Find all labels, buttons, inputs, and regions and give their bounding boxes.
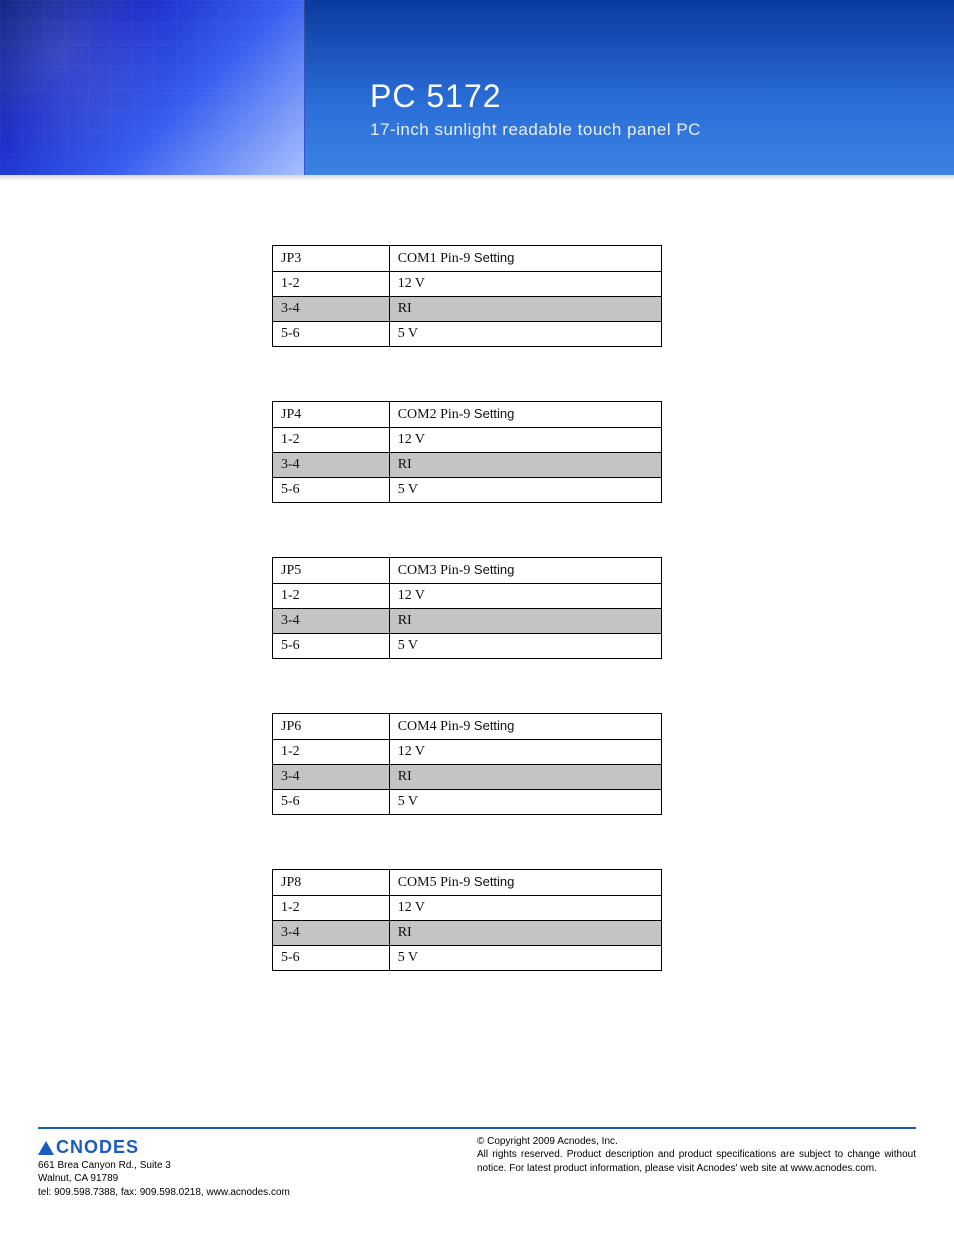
table-row: 5-65 V <box>273 478 662 503</box>
pins-cell: 5-6 <box>273 478 390 503</box>
value-cell: 5 V <box>389 478 661 503</box>
table-row: 1-212 V <box>273 272 662 297</box>
pins-cell: 1-2 <box>273 584 390 609</box>
pins-cell: 1-2 <box>273 428 390 453</box>
table-row: 1-212 V <box>273 740 662 765</box>
pins-cell: 5-6 <box>273 790 390 815</box>
table-row: 5-65 V <box>273 322 662 347</box>
pins-cell: 3-4 <box>273 609 390 634</box>
setting-suffix: Setting <box>474 718 514 733</box>
table-row: 1-212 V <box>273 428 662 453</box>
value-cell: RI <box>389 765 661 790</box>
value-cell: 5 V <box>389 322 661 347</box>
pins-cell: 5-6 <box>273 946 390 971</box>
setting-prefix: COM3 Pin-9 <box>398 563 471 578</box>
setting-suffix: Setting <box>474 250 514 265</box>
table-row: 1-212 V <box>273 896 662 921</box>
logo-triangle-icon <box>38 1141 54 1155</box>
value-cell: RI <box>389 609 661 634</box>
table-header-row: JP4COM2 Pin-9 Setting <box>273 402 662 428</box>
table-row: 3-4RI <box>273 921 662 946</box>
value-cell: 12 V <box>389 740 661 765</box>
setting-header: COM2 Pin-9 Setting <box>389 402 661 428</box>
setting-header: COM3 Pin-9 Setting <box>389 558 661 584</box>
value-cell: 12 V <box>389 584 661 609</box>
setting-prefix: COM1 Pin-9 <box>398 251 471 266</box>
table-row: 3-4RI <box>273 453 662 478</box>
jumper-id-header: JP4 <box>273 402 390 428</box>
jumper-table: JP6COM4 Pin-9 Setting1-212 V3-4RI5-65 V <box>272 713 662 815</box>
footer-right: © Copyright 2009 Acnodes, Inc. All right… <box>477 1135 916 1176</box>
table-row: 3-4RI <box>273 297 662 322</box>
pins-cell: 1-2 <box>273 896 390 921</box>
jumper-table: JP4COM2 Pin-9 Setting1-212 V3-4RI5-65 V <box>272 401 662 503</box>
jumper-id-header: JP3 <box>273 246 390 272</box>
setting-header: COM1 Pin-9 Setting <box>389 246 661 272</box>
footer-rights: All rights reserved. Product description… <box>477 1149 916 1174</box>
setting-header: COM5 Pin-9 Setting <box>389 870 661 896</box>
page-footer: CNODES 661 Brea Canyon Rd., Suite 3 Waln… <box>38 1127 916 1199</box>
pins-cell: 5-6 <box>273 634 390 659</box>
page-subtitle: 17-inch sunlight readable touch panel PC <box>370 120 701 140</box>
pins-cell: 1-2 <box>273 272 390 297</box>
value-cell: RI <box>389 297 661 322</box>
pins-cell: 1-2 <box>273 740 390 765</box>
content-area: JP3COM1 Pin-9 Setting1-212 V3-4RI5-65 VJ… <box>0 175 954 971</box>
table-header-row: JP8COM5 Pin-9 Setting <box>273 870 662 896</box>
table-header-row: JP3COM1 Pin-9 Setting <box>273 246 662 272</box>
value-cell: 12 V <box>389 428 661 453</box>
setting-suffix: Setting <box>474 874 514 889</box>
jumper-table: JP3COM1 Pin-9 Setting1-212 V3-4RI5-65 V <box>272 245 662 347</box>
table-row: 1-212 V <box>273 584 662 609</box>
pins-cell: 3-4 <box>273 453 390 478</box>
footer-copyright: © Copyright 2009 Acnodes, Inc. <box>477 1136 618 1147</box>
table-header-row: JP5COM3 Pin-9 Setting <box>273 558 662 584</box>
footer-address-1: 661 Brea Canyon Rd., Suite 3 <box>38 1160 171 1171</box>
setting-suffix: Setting <box>474 562 514 577</box>
jumper-id-header: JP8 <box>273 870 390 896</box>
setting-suffix: Setting <box>474 406 514 421</box>
jumper-id-header: JP6 <box>273 714 390 740</box>
header-chip-image <box>0 0 305 175</box>
header-shadow <box>0 175 954 181</box>
table-row: 3-4RI <box>273 609 662 634</box>
table-row: 5-65 V <box>273 790 662 815</box>
pins-cell: 3-4 <box>273 921 390 946</box>
value-cell: 5 V <box>389 790 661 815</box>
value-cell: 5 V <box>389 634 661 659</box>
page-title: PC 5172 <box>370 78 502 115</box>
table-header-row: JP6COM4 Pin-9 Setting <box>273 714 662 740</box>
jumper-table: JP5COM3 Pin-9 Setting1-212 V3-4RI5-65 V <box>272 557 662 659</box>
value-cell: RI <box>389 921 661 946</box>
setting-prefix: COM4 Pin-9 <box>398 719 471 734</box>
value-cell: 12 V <box>389 896 661 921</box>
setting-prefix: COM5 Pin-9 <box>398 875 471 890</box>
acnodes-logo: CNODES <box>38 1135 139 1159</box>
footer-left: CNODES 661 Brea Canyon Rd., Suite 3 Waln… <box>38 1135 290 1199</box>
pins-cell: 5-6 <box>273 322 390 347</box>
logo-text: CNODES <box>56 1135 139 1159</box>
setting-header: COM4 Pin-9 Setting <box>389 714 661 740</box>
pins-cell: 3-4 <box>273 297 390 322</box>
setting-prefix: COM2 Pin-9 <box>398 407 471 422</box>
footer-address-2: Walnut, CA 91789 <box>38 1173 118 1184</box>
table-row: 5-65 V <box>273 634 662 659</box>
table-row: 5-65 V <box>273 946 662 971</box>
value-cell: 12 V <box>389 272 661 297</box>
value-cell: RI <box>389 453 661 478</box>
footer-contact: tel: 909.598.7388, fax: 909.598.0218, ww… <box>38 1187 290 1198</box>
pins-cell: 3-4 <box>273 765 390 790</box>
jumper-table: JP8COM5 Pin-9 Setting1-212 V3-4RI5-65 V <box>272 869 662 971</box>
jumper-id-header: JP5 <box>273 558 390 584</box>
page-header: PC 5172 17-inch sunlight readable touch … <box>0 0 954 175</box>
value-cell: 5 V <box>389 946 661 971</box>
table-row: 3-4RI <box>273 765 662 790</box>
